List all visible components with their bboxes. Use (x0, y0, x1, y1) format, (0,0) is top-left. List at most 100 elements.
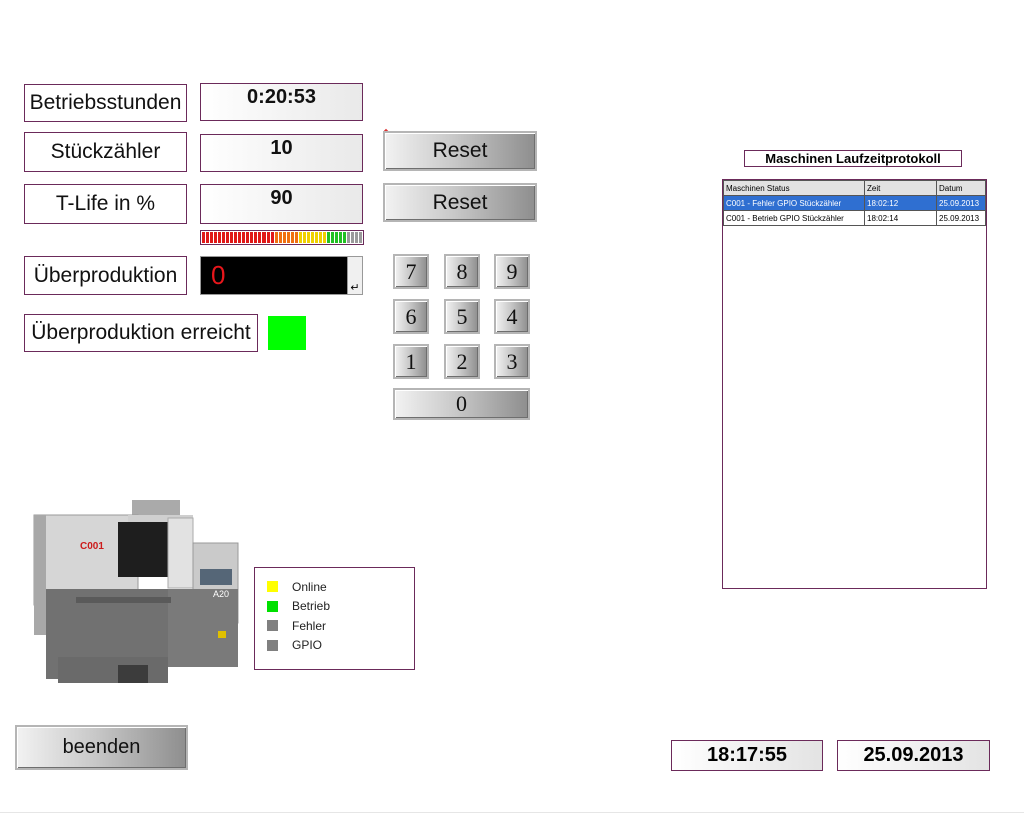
machine-left-edge (34, 515, 46, 635)
machine-window (118, 522, 168, 577)
ueberproduktion-label: Überproduktion (24, 256, 187, 295)
status-legend: Online Betrieb Fehler GPIO (254, 567, 415, 670)
gauge-segment (335, 232, 339, 243)
gauge-segment (234, 232, 238, 243)
machine-rail (76, 597, 171, 603)
key-9-button[interactable]: 9 (494, 254, 530, 289)
gauge-segment (343, 232, 347, 243)
key-3-button[interactable]: 3 (494, 344, 530, 379)
log-table[interactable]: Maschinen Status Zeit Datum C001 - Fehle… (722, 179, 987, 589)
gauge-segment (310, 232, 314, 243)
machine-screen (200, 569, 232, 585)
machine-warning-label (218, 631, 226, 638)
machine-id-label: C001 (80, 541, 104, 552)
time-display: 18:17:55 (671, 740, 823, 771)
machine-image: C001 A20 (33, 500, 239, 683)
stueckzaehler-label: Stückzähler (24, 132, 187, 172)
log-header-date[interactable]: Datum (936, 180, 986, 196)
gauge-segment (246, 232, 250, 243)
machine-foot-slot (118, 665, 148, 683)
log-cell-time: 18:02:12 (864, 195, 937, 211)
key-1-button[interactable]: 1 (393, 344, 429, 379)
log-header-time[interactable]: Zeit (864, 180, 937, 196)
gauge-segment (242, 232, 246, 243)
log-header-row: Maschinen Status Zeit Datum (723, 180, 986, 196)
log-header-status[interactable]: Maschinen Status (723, 180, 865, 196)
gauge-segment (218, 232, 222, 243)
key-4-button[interactable]: 4 (494, 299, 530, 334)
machine-model-label: A20 (213, 589, 229, 599)
gauge-segment (254, 232, 258, 243)
gauge-segment (270, 232, 274, 243)
legend-swatch-gpio (267, 639, 278, 651)
legend-swatch-fehler (267, 620, 278, 632)
gauge-segment (318, 232, 322, 243)
gauge-segment (274, 232, 278, 243)
beenden-button[interactable]: beenden (15, 725, 188, 770)
reset-stueckzaehler-button[interactable]: Reset (383, 131, 537, 171)
legend-item-betrieb: Betrieb (267, 597, 402, 617)
gauge-segment (347, 232, 351, 243)
gauge-segment (230, 232, 234, 243)
key-2-button[interactable]: 2 (444, 344, 480, 379)
enter-icon[interactable]: ↵ (347, 257, 362, 294)
tlife-label: T-Life in % (24, 184, 187, 224)
legend-label-gpio: GPIO (292, 638, 323, 653)
gauge-segment (339, 232, 343, 243)
gauge-segment (238, 232, 242, 243)
key-7-button[interactable]: 7 (393, 254, 429, 289)
ueberproduktion-erreicht-indicator (268, 316, 306, 350)
betriebsstunden-value: 0:20:53 (200, 83, 363, 121)
legend-item-fehler: Fehler (267, 616, 402, 636)
tlife-gauge (200, 230, 364, 245)
log-cell-status: C001 - Betrieb GPIO Stückzähler (723, 210, 865, 226)
gauge-segment (322, 232, 326, 243)
gauge-segment (282, 232, 286, 243)
bottom-divider (0, 812, 1024, 813)
gauge-segment (266, 232, 270, 243)
ueberproduktion-erreicht-label: Überproduktion erreicht (24, 314, 258, 352)
gauge-segment (206, 232, 210, 243)
key-0-button[interactable]: 0 (393, 388, 530, 420)
gauge-segment (226, 232, 230, 243)
legend-item-online: Online (267, 577, 402, 597)
log-cell-date: 25.09.2013 (936, 210, 986, 226)
gauge-segment (294, 232, 298, 243)
gauge-segment (210, 232, 214, 243)
key-5-button[interactable]: 5 (444, 299, 480, 334)
gauge-segment (359, 232, 363, 243)
log-cell-time: 18:02:14 (864, 210, 937, 226)
gauge-segment (214, 232, 218, 243)
gauge-segment (326, 232, 330, 243)
table-row[interactable]: C001 - Fehler GPIO Stückzähler 18:02:12 … (723, 195, 986, 211)
gauge-segment (314, 232, 318, 243)
gauge-segment (262, 232, 266, 243)
gauge-segment (278, 232, 282, 243)
ueberproduktion-input[interactable]: 0 ↵ (200, 256, 363, 295)
table-row[interactable]: C001 - Betrieb GPIO Stückzähler 18:02:14… (723, 210, 986, 226)
reset-tlife-button[interactable]: Reset (383, 183, 537, 222)
gauge-segment (298, 232, 302, 243)
machine-foot (58, 657, 168, 683)
gauge-segment (222, 232, 226, 243)
legend-label-online: Online (292, 579, 327, 594)
key-8-button[interactable]: 8 (444, 254, 480, 289)
gauge-segment (355, 232, 359, 243)
key-6-button[interactable]: 6 (393, 299, 429, 334)
gauge-segment (331, 232, 335, 243)
legend-item-gpio: GPIO (267, 636, 402, 656)
log-title: Maschinen Laufzeitprotokoll (744, 150, 962, 167)
machine-base-right (168, 589, 238, 667)
legend-label-fehler: Fehler (292, 618, 327, 633)
gauge-segment (306, 232, 310, 243)
betriebsstunden-label: Betriebsstunden (24, 84, 187, 122)
gauge-segment (302, 232, 306, 243)
ueberproduktion-input-value: 0 (211, 260, 226, 290)
machine-door (167, 517, 194, 589)
tlife-value: 90 (200, 184, 363, 224)
gauge-segment (290, 232, 294, 243)
gauge-segment (286, 232, 290, 243)
gauge-segment (258, 232, 262, 243)
log-cell-status: C001 - Fehler GPIO Stückzähler (723, 195, 865, 211)
legend-swatch-betrieb (267, 600, 278, 612)
